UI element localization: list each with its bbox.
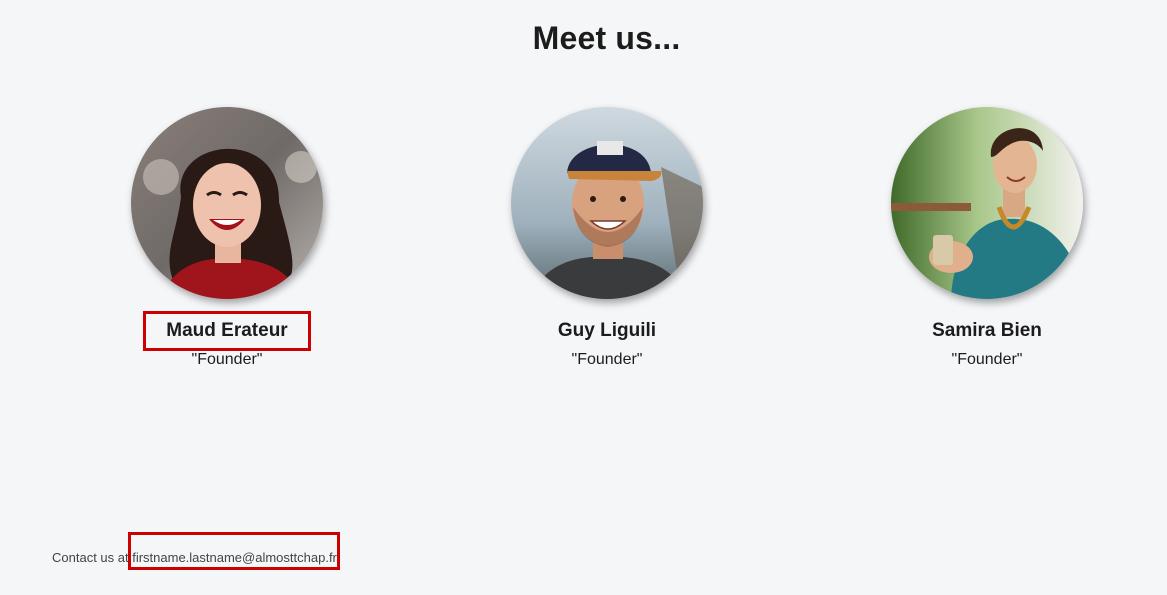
member-photo	[131, 107, 323, 299]
contact-prefix: Contact us at	[52, 550, 133, 565]
team-member-card: Maud Erateur "Founder"	[107, 107, 347, 369]
portrait-photo-icon	[131, 107, 323, 299]
portrait-photo-icon	[511, 107, 703, 299]
contact-footer: Contact us at firstname.lastname@almostt…	[52, 550, 337, 565]
member-photo	[891, 107, 1083, 299]
team-member-card: Guy Liguili "Founder"	[487, 107, 727, 369]
member-name: Guy Liguili	[557, 320, 657, 341]
member-name: Samira Bien	[932, 320, 1042, 341]
portrait-photo-icon	[891, 107, 1083, 299]
member-photo	[511, 107, 703, 299]
member-name: Maud Erateur	[143, 311, 311, 351]
team-member-card: Samira Bien "Founder"	[867, 107, 1107, 369]
contact-email-link[interactable]: firstname.lastname@almosttchap.fr	[132, 550, 337, 565]
member-role: "Founder"	[951, 351, 1023, 368]
page-title: Meet us...	[532, 20, 681, 56]
member-role: "Founder"	[191, 351, 263, 368]
member-role: "Founder"	[571, 351, 643, 368]
